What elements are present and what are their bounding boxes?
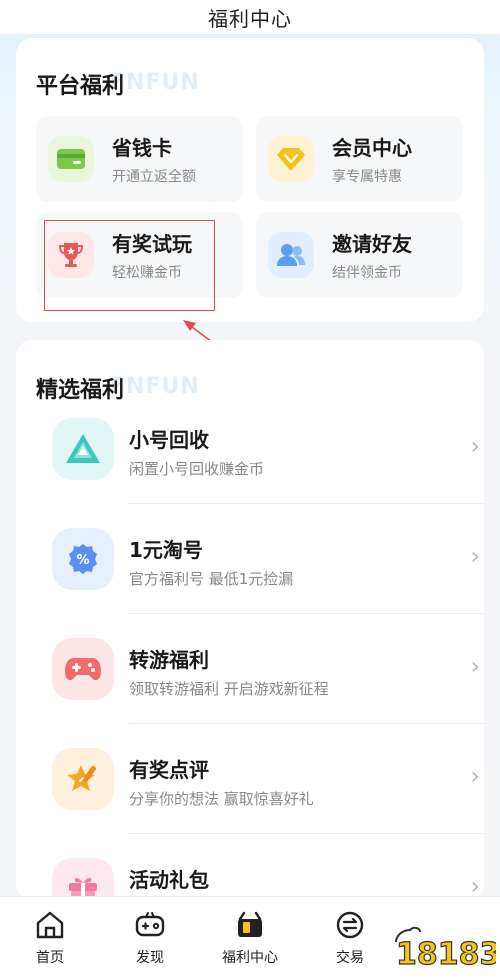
tile-name: 邀请好友 — [332, 232, 412, 256]
diamond-icon — [268, 136, 314, 182]
site-logo: 18183 — [392, 922, 500, 973]
discount-icon: % — [52, 528, 114, 590]
item-name: 1元淘号 — [129, 538, 203, 562]
chevron-right-icon: › — [470, 762, 480, 790]
tile-name: 省钱卡 — [112, 136, 172, 160]
list-item-review[interactable]: 有奖点评 分享你的想法 赢取惊喜好礼 › — [34, 724, 484, 834]
home-icon — [34, 909, 66, 941]
tile-desc: 享专属特惠 — [332, 169, 402, 185]
item-name: 活动礼包 — [129, 868, 209, 892]
tab-trade[interactable]: 交易 — [310, 905, 390, 975]
tile-invite-friends[interactable]: 邀请好友 结伴领金币 — [256, 212, 463, 298]
page-title: 福利中心 — [208, 6, 292, 31]
logo-text: 18183 — [396, 937, 496, 972]
welfare-icon — [234, 909, 266, 941]
tile-desc: 开通立返全额 — [112, 169, 196, 185]
item-desc: 分享你的想法 赢取惊喜好礼 — [129, 790, 314, 808]
tab-label: 首页 — [36, 950, 64, 966]
featured-benefits-card: FNFUN 精选福利 小号回收 闲置小号回收赚金币 › % 1元淘号 官方福利号… — [16, 340, 484, 920]
item-name: 有奖点评 — [129, 758, 209, 782]
chevron-right-icon: › — [470, 432, 480, 460]
highlight-box — [44, 220, 215, 311]
item-desc: 官方福利号 最低1元捡漏 — [129, 570, 294, 588]
chevron-right-icon: › — [470, 652, 480, 680]
tile-savings-card[interactable]: 省钱卡 开通立返全额 — [36, 116, 243, 202]
tab-discover[interactable]: 发现 — [110, 905, 190, 975]
gamepad-icon — [52, 638, 114, 700]
recycle-icon — [52, 418, 114, 480]
trade-icon — [334, 909, 366, 941]
tab-home[interactable]: 首页 — [10, 905, 90, 975]
tab-label: 交易 — [336, 950, 364, 966]
list-item-account-recycle[interactable]: 小号回收 闲置小号回收赚金币 › — [34, 394, 484, 504]
section-title-platform: 平台福利 — [36, 74, 125, 99]
tile-desc: 结伴领金币 — [332, 265, 402, 281]
tile-name: 会员中心 — [332, 136, 412, 160]
chevron-right-icon: › — [470, 542, 480, 570]
item-name: 小号回收 — [129, 428, 209, 452]
tab-label: 福利中心 — [222, 950, 278, 966]
star-pen-icon — [52, 748, 114, 810]
card-icon — [48, 136, 94, 182]
tab-label: 发现 — [136, 950, 164, 966]
item-desc: 闲置小号回收赚金币 — [129, 460, 265, 478]
svg-text:%: % — [76, 553, 89, 568]
discover-icon — [134, 909, 166, 941]
item-name: 转游福利 — [129, 648, 209, 672]
top-bar: 福利中心 — [0, 0, 500, 34]
list-item-one-yuan[interactable]: % 1元淘号 官方福利号 最低1元捡漏 › — [34, 504, 484, 614]
tab-welfare-center[interactable]: 福利中心 — [210, 905, 290, 975]
list-item-transfer-game[interactable]: 转游福利 领取转游福利 开启游戏新征程 › — [34, 614, 484, 724]
item-desc: 领取转游福利 开启游戏新征程 — [129, 680, 329, 698]
friends-icon — [268, 232, 314, 278]
tile-member-center[interactable]: 会员中心 享专属特惠 — [256, 116, 463, 202]
